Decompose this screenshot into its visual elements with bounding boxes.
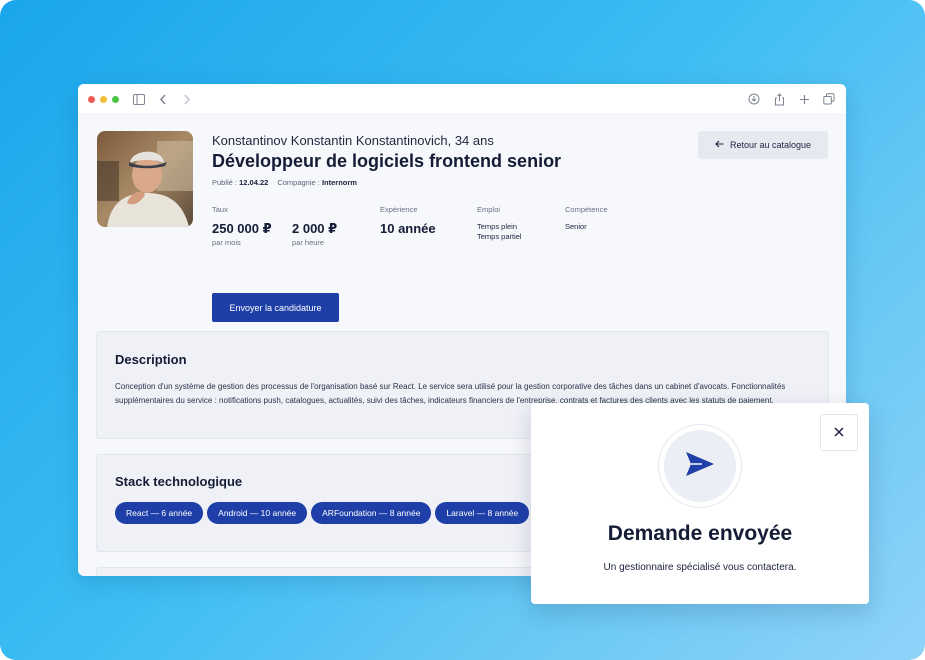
job-title: Développeur de logiciels frontend senior <box>212 151 562 171</box>
close-dialog-button[interactable] <box>820 414 858 451</box>
monthly-rate: 250 000 ₽ <box>212 221 272 236</box>
plus-icon[interactable] <box>795 90 813 108</box>
paper-plane-icon <box>685 451 715 482</box>
background-canvas: Konstantinov Konstantin Konstantinovich,… <box>0 0 925 660</box>
stack-chip[interactable]: ARFoundation — 8 année <box>311 502 432 524</box>
published-date: 12.04.22 <box>239 178 269 187</box>
stack-chip[interactable]: Laravel — 8 année <box>435 502 530 524</box>
candidate-avatar <box>97 131 193 227</box>
rate-label: Taux <box>212 205 228 214</box>
employment-part-time: Temps partiel <box>477 232 522 241</box>
tabs-icon[interactable] <box>820 90 838 108</box>
back-to-catalog-button[interactable]: Retour au catalogue <box>698 131 828 159</box>
dialog-title: Demande envoyée <box>607 522 793 545</box>
stack-chip[interactable]: React — 6 année <box>115 502 204 524</box>
hourly-rate-unit: par heure <box>292 238 325 247</box>
skill-value: Senior <box>565 222 587 231</box>
company-label: Compagnie : <box>277 178 320 187</box>
back-button-label: Retour au catalogue <box>729 140 812 150</box>
share-icon[interactable] <box>770 90 788 108</box>
close-icon <box>834 424 844 442</box>
company-name: Internorm <box>321 178 357 187</box>
posting-meta: Publié : 12.04.22 Compagnie : Internorm <box>212 178 357 187</box>
experience-value: 10 année <box>380 221 436 236</box>
experience-label: Expérience <box>380 205 418 214</box>
send-application-button[interactable]: Envoyer la candidature <box>212 293 339 322</box>
minimize-window-dot[interactable] <box>100 95 107 103</box>
download-icon[interactable] <box>745 90 763 108</box>
browser-titlebar <box>78 84 846 115</box>
stack-chip[interactable]: Android — 10 année <box>207 502 308 524</box>
published-label: Publié : <box>212 178 238 187</box>
skill-label: Compétence <box>565 205 608 214</box>
request-sent-dialog: Demande envoyée Un gestionnaire spéciali… <box>531 403 869 604</box>
description-title: Description <box>115 352 187 367</box>
maximize-window-dot[interactable] <box>112 95 119 103</box>
sidebar-icon[interactable] <box>130 90 148 108</box>
dialog-subtitle: Un gestionnaire spécialisé vous contacte… <box>603 562 797 573</box>
stack-title: Stack technologique <box>115 474 243 489</box>
published-info: Publié : 12.04.22 <box>212 178 268 187</box>
monthly-rate-unit: par mois <box>212 238 241 247</box>
close-window-dot[interactable] <box>88 95 95 103</box>
send-icon-circle <box>664 430 736 502</box>
hourly-rate: 2 000 ₽ <box>292 221 338 236</box>
employment-label: Emploi <box>477 205 500 214</box>
send-icon-badge <box>658 424 742 508</box>
chevron-left-icon[interactable] <box>154 90 172 108</box>
company-info: Compagnie : Internorm <box>277 178 357 187</box>
employment-full-time: Temps plein <box>477 222 518 231</box>
chevron-right-icon[interactable] <box>178 90 196 108</box>
arrow-left-icon <box>715 140 724 150</box>
stack-chips: React — 6 année Android — 10 année ARFou… <box>115 502 530 524</box>
candidate-name-age: Konstantinov Konstantin Konstantinovich,… <box>212 133 494 148</box>
